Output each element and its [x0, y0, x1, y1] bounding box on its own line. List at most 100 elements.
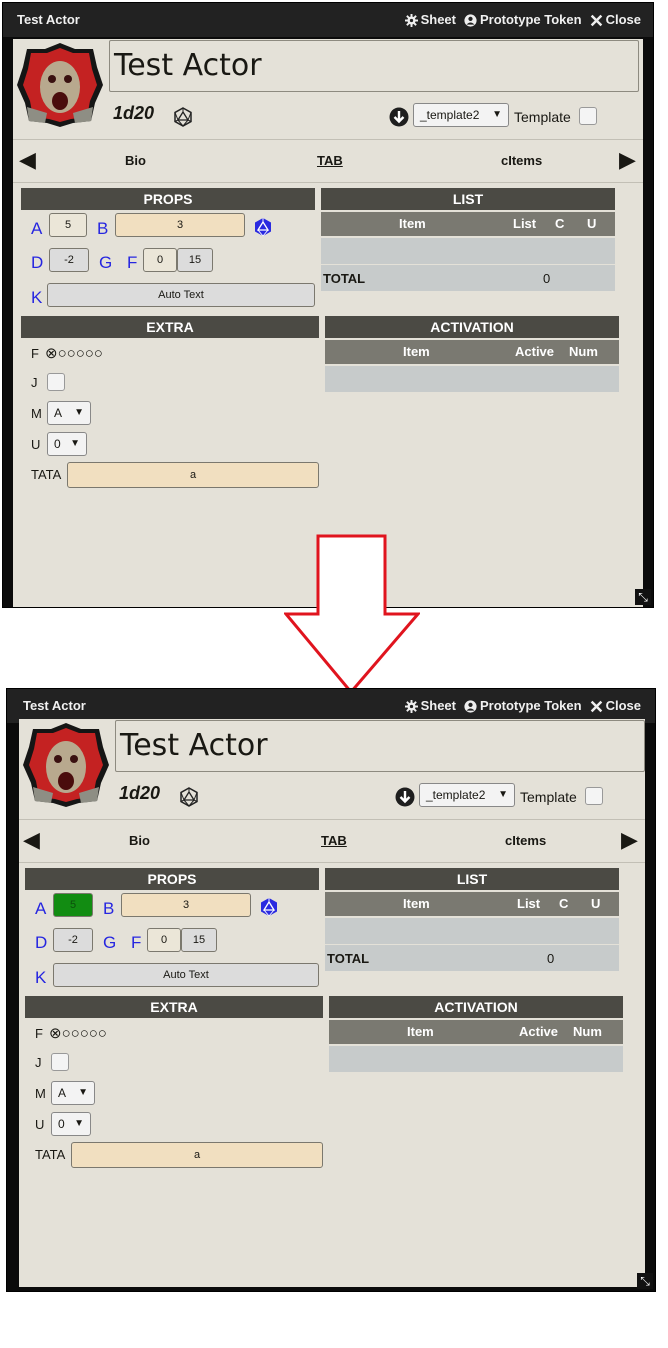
chevron-down-icon: ▼ — [74, 1118, 84, 1129]
tab-citems[interactable]: cItems — [505, 833, 546, 848]
tab-next-arrow[interactable]: ▶ — [621, 829, 638, 851]
window-titlebar[interactable]: Test Actor Sheet Prototype Token Close — [3, 3, 653, 37]
close-button[interactable]: Close — [590, 3, 641, 37]
extra-u-select[interactable]: 0 ▼ — [47, 432, 87, 456]
roll-formula: 1d20 — [119, 783, 161, 803]
template-label: Template — [520, 789, 577, 805]
list-col-item: Item — [399, 216, 426, 231]
prop-k-field[interactable]: Auto Text — [47, 283, 315, 307]
list-col-u: U — [587, 216, 597, 231]
window-titlebar[interactable]: Test Actor Sheet Prototype Token Close — [7, 689, 655, 723]
list-total-value: 0 — [543, 271, 551, 286]
list-total-label: TOTAL — [323, 271, 366, 286]
download-icon[interactable] — [389, 107, 409, 127]
prop-f-field-2[interactable]: 15 — [181, 928, 217, 952]
chevron-down-icon: ▼ — [498, 789, 508, 800]
list-col-c: C — [559, 896, 569, 911]
extra-j-checkbox[interactable] — [51, 1053, 69, 1071]
list-columns: Item List C U — [325, 892, 619, 916]
prop-k-field[interactable]: Auto Text — [53, 963, 319, 987]
d20-roll-icon[interactable] — [259, 897, 279, 917]
extra-j-checkbox[interactable] — [47, 373, 65, 391]
prop-b-field[interactable]: 3 — [115, 213, 245, 237]
prop-f-label: F — [127, 253, 138, 272]
extra-m-label: M — [31, 406, 42, 421]
prop-a-field[interactable]: 5 — [53, 893, 93, 917]
d20-roll-icon[interactable] — [253, 217, 273, 237]
prop-f-label: F — [131, 933, 142, 952]
actor-name-input[interactable]: Test Actor — [115, 720, 645, 772]
extra-m-select[interactable]: A ▼ — [47, 401, 91, 425]
prop-d-field[interactable]: -2 — [53, 928, 93, 952]
prop-b-field[interactable]: 3 — [121, 893, 251, 917]
extra-f-circles[interactable]: ⊗○○○○○ — [49, 1024, 107, 1042]
extra-tata-field[interactable]: a — [67, 462, 319, 488]
download-icon[interactable] — [395, 787, 415, 807]
prototype-token-label: Prototype Token — [479, 12, 582, 27]
prop-b-label: B — [97, 219, 109, 238]
actor-name-input[interactable]: Test Actor — [109, 40, 639, 92]
prop-f-field-1[interactable]: 0 — [143, 248, 177, 272]
extra-m-label: M — [35, 1086, 46, 1101]
activation-col-active: Active — [519, 1024, 559, 1039]
prop-f-field-2[interactable]: 15 — [177, 248, 213, 272]
actor-portrait[interactable] — [15, 41, 105, 127]
extra-tata-field[interactable]: a — [71, 1142, 323, 1168]
extra-u-value: 0 — [54, 437, 61, 451]
prop-d-label: D — [35, 933, 48, 952]
resize-handle-icon[interactable]: ⤡ — [635, 589, 651, 605]
sheet-button[interactable]: Sheet — [404, 3, 456, 37]
activation-header: ACTIVATION — [329, 996, 623, 1018]
template-checkbox[interactable] — [579, 107, 597, 125]
resize-handle-icon[interactable]: ⤡ — [637, 1273, 653, 1289]
prototype-token-button[interactable]: Prototype Token — [464, 689, 582, 723]
actor-portrait[interactable] — [21, 721, 111, 807]
tab-tab[interactable]: TAB — [317, 153, 343, 168]
tab-prev-arrow[interactable]: ◀ — [23, 829, 40, 851]
list-empty-row — [321, 238, 615, 264]
extra-f-circles[interactable]: ⊗○○○○○ — [45, 344, 103, 362]
roll-formula: 1d20 — [113, 103, 155, 123]
activation-columns: Item Active Num — [329, 1020, 623, 1044]
list-col-item: Item — [403, 896, 430, 911]
template-select[interactable]: _template2 ▼ — [419, 783, 515, 807]
prop-k-label: K — [35, 968, 47, 987]
d20-icon[interactable] — [173, 107, 193, 127]
list-col-list: List — [517, 896, 541, 911]
activation-columns: Item Active Num — [325, 340, 619, 364]
chevron-down-icon: ▼ — [70, 438, 80, 449]
template-select-value: _template2 — [420, 108, 480, 122]
d20-icon[interactable] — [179, 787, 199, 807]
template-checkbox[interactable] — [585, 787, 603, 805]
prop-g-label: G — [99, 253, 113, 272]
extra-m-select[interactable]: A ▼ — [51, 1081, 95, 1105]
extra-m-value: A — [58, 1086, 67, 1100]
prop-d-field[interactable]: -2 — [49, 248, 89, 272]
tab-citems[interactable]: cItems — [501, 153, 542, 168]
extra-u-select[interactable]: 0 ▼ — [51, 1112, 91, 1136]
close-button[interactable]: Close — [590, 689, 641, 723]
window-title: Test Actor — [23, 698, 86, 713]
extra-f-label: F — [35, 1026, 43, 1041]
prop-a-field[interactable]: 5 — [49, 213, 87, 237]
prototype-token-button[interactable]: Prototype Token — [464, 3, 582, 37]
list-columns: Item List C U — [321, 212, 615, 236]
close-label: Close — [605, 698, 641, 713]
tab-prev-arrow[interactable]: ◀ — [19, 149, 36, 171]
divider — [19, 862, 645, 863]
chevron-down-icon: ▼ — [492, 109, 502, 120]
tab-tab[interactable]: TAB — [321, 833, 347, 848]
activation-empty-row — [325, 366, 619, 392]
tab-next-arrow[interactable]: ▶ — [619, 149, 636, 171]
activation-col-num: Num — [569, 344, 598, 359]
prop-f-field-1[interactable]: 0 — [147, 928, 181, 952]
template-select[interactable]: _template2 ▼ — [413, 103, 509, 127]
flow-arrow-icon — [284, 534, 420, 694]
tab-bio[interactable]: Bio — [129, 833, 150, 848]
tab-bio[interactable]: Bio — [125, 153, 146, 168]
sheet-label: Sheet — [420, 698, 456, 713]
divider — [13, 182, 643, 183]
chevron-down-icon: ▼ — [74, 407, 84, 418]
props-header: PROPS — [21, 188, 315, 210]
sheet-button[interactable]: Sheet — [404, 689, 456, 723]
